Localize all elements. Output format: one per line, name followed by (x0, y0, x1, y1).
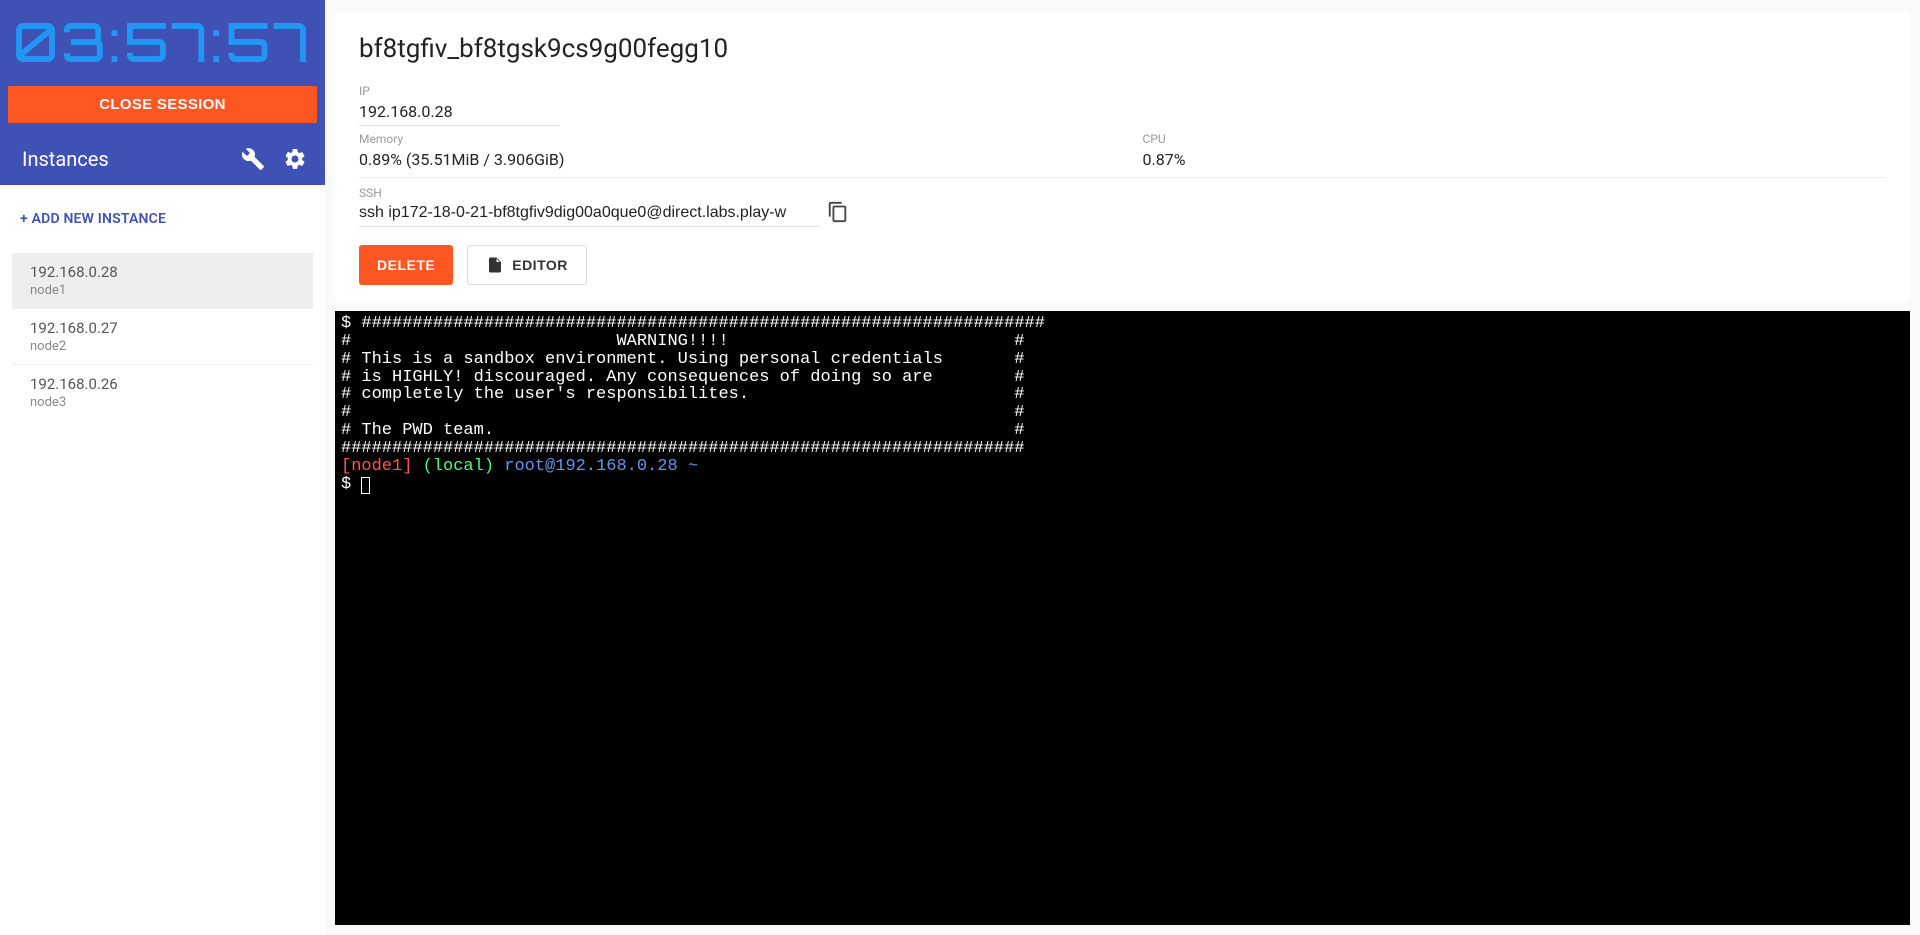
ip-field: IP 192.168.0.28 (359, 84, 559, 126)
ssh-label: SSH (359, 186, 819, 200)
sidebar-header: 03:57:57 CLOSE SESSION Instances (0, 0, 325, 185)
sidebar-body: + ADD NEW INSTANCE 192.168.0.28node1192.… (0, 185, 325, 935)
file-icon (486, 256, 504, 274)
terminal[interactable]: $ ######################################… (335, 311, 1910, 925)
ssh-row: SSH (359, 186, 1886, 227)
copy-icon[interactable] (827, 201, 849, 223)
editor-button-label: EDITOR (512, 257, 568, 273)
instance-item-node1[interactable]: 192.168.0.28 node1 (12, 253, 313, 309)
instance-id-title: bf8tgfiv_bf8tgsk9cs9g00fegg10 (359, 34, 1886, 64)
action-row: DELETE EDITOR (359, 245, 1886, 285)
add-instance-button[interactable]: + ADD NEW INSTANCE (0, 185, 325, 253)
cpu-label: CPU (1143, 132, 1887, 146)
main-panel: bf8tgfiv_bf8tgsk9cs9g00fegg10 IP 192.168… (325, 0, 1920, 935)
editor-button[interactable]: EDITOR (467, 245, 587, 285)
ssh-input[interactable] (359, 202, 819, 227)
instance-list: 192.168.0.28node1192.168.0.27node2192.16… (0, 253, 325, 420)
delete-button[interactable]: DELETE (359, 245, 453, 285)
wrench-icon[interactable] (241, 147, 265, 171)
memory-value: 0.89% (35.51MiB / 3.906GiB) (359, 148, 1103, 173)
instances-bar: Instances (0, 133, 325, 185)
instance-name: node1 (30, 283, 301, 298)
instance-ip: 192.168.0.28 (30, 263, 301, 281)
cpu-value: 0.87% (1143, 148, 1887, 173)
instance-ip: 192.168.0.26 (30, 375, 301, 393)
close-session-button[interactable]: CLOSE SESSION (8, 86, 317, 123)
instance-item-node2[interactable]: 192.168.0.27 node2 (12, 309, 313, 365)
instances-title: Instances (22, 147, 223, 171)
memory-label: Memory (359, 132, 1103, 146)
ip-value: 192.168.0.28 (359, 100, 559, 126)
memory-field: Memory 0.89% (35.51MiB / 3.906GiB) (359, 132, 1103, 173)
instance-ip: 192.168.0.27 (30, 319, 301, 337)
instance-details: bf8tgfiv_bf8tgsk9cs9g00fegg10 IP 192.168… (335, 12, 1910, 301)
cpu-field: CPU 0.87% (1143, 132, 1887, 173)
instance-name: node2 (30, 339, 301, 354)
instance-item-node3[interactable]: 192.168.0.26 node3 (12, 365, 313, 420)
gear-icon[interactable] (283, 147, 307, 171)
sidebar: 03:57:57 CLOSE SESSION Instances + ADD N… (0, 0, 325, 935)
ip-label: IP (359, 84, 559, 98)
session-timer: 03:57:57 (0, 0, 325, 80)
instance-name: node3 (30, 395, 301, 410)
